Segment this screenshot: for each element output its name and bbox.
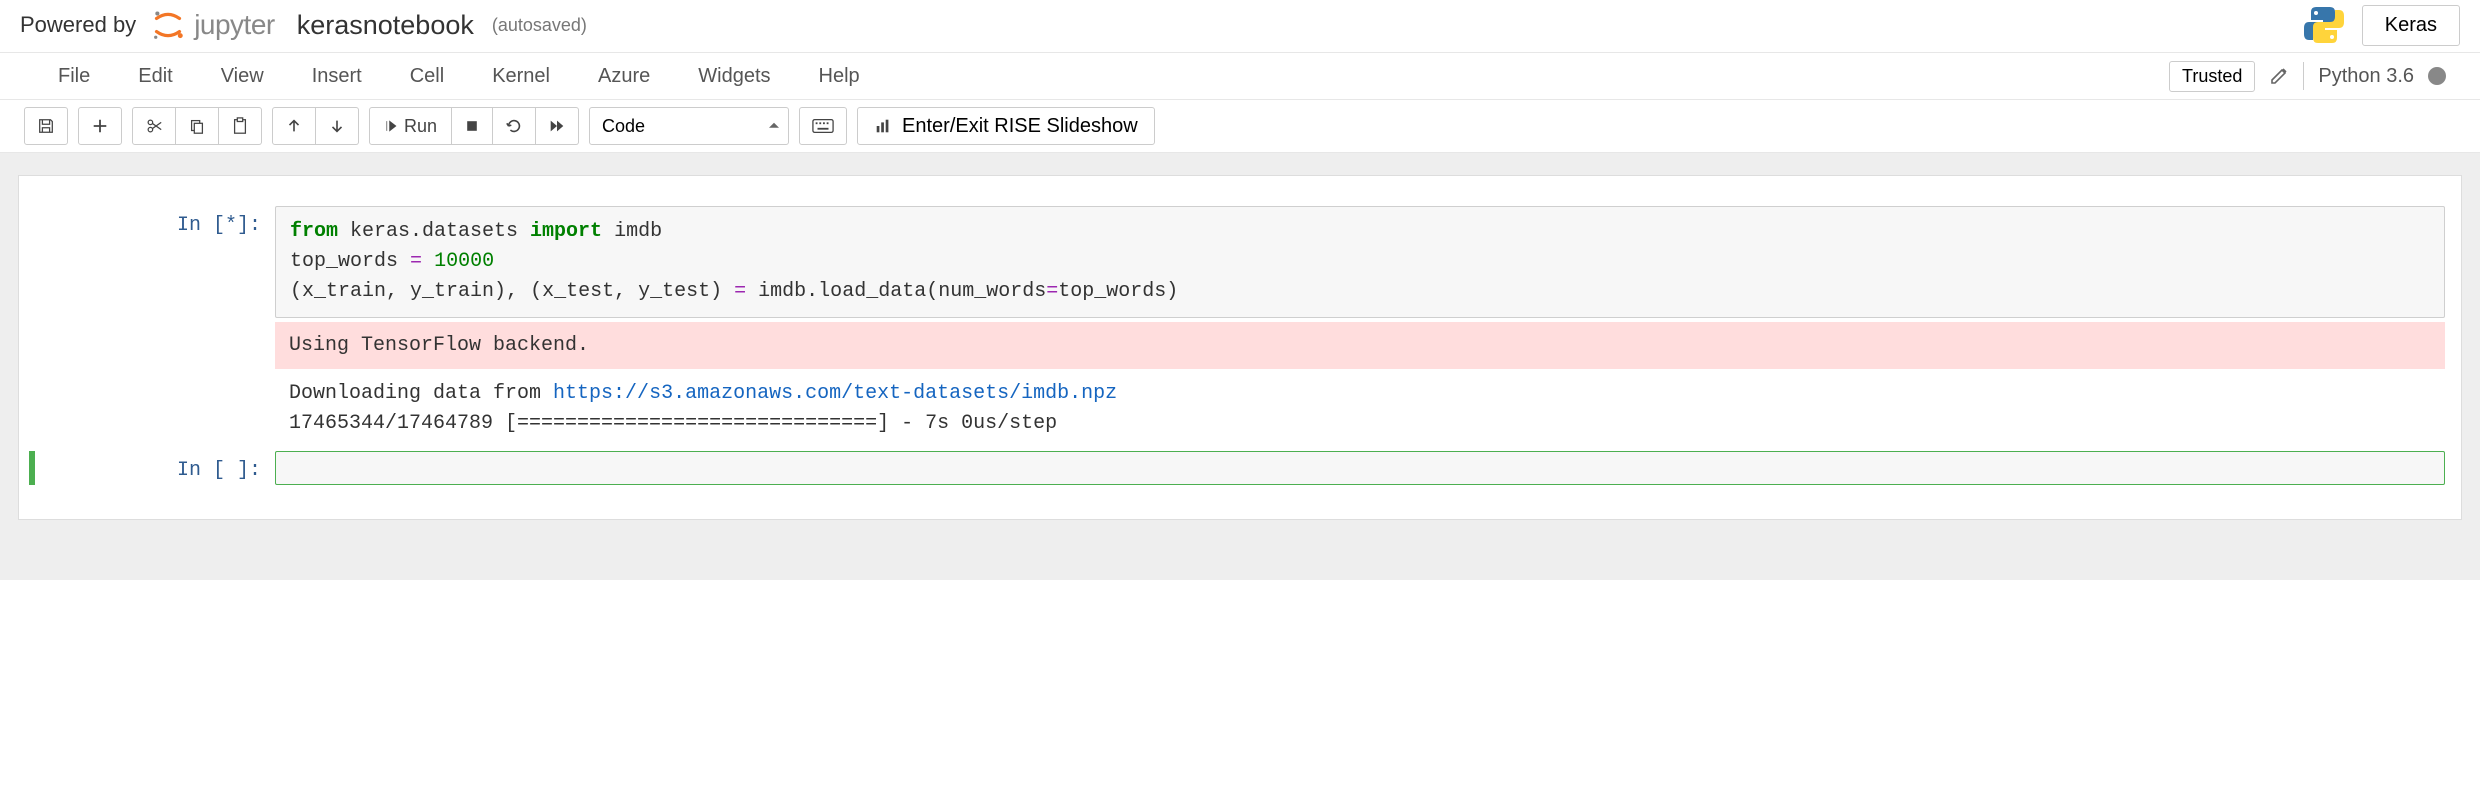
fast-forward-icon bbox=[548, 117, 566, 135]
kernel-busy-indicator-icon bbox=[2428, 67, 2446, 85]
restart-icon bbox=[505, 117, 523, 135]
rise-slideshow-button[interactable]: Enter/Exit RISE Slideshow bbox=[857, 107, 1155, 145]
notebook-title[interactable]: kerasnotebook bbox=[297, 10, 474, 41]
stdout-link[interactable]: https://s3.amazonaws.com/text-datasets/i… bbox=[553, 382, 1117, 405]
kernel-name[interactable]: Python 3.6 bbox=[2318, 65, 2414, 88]
jupyter-logo[interactable]: jupyter bbox=[150, 7, 275, 43]
save-button[interactable] bbox=[24, 107, 68, 145]
jupyter-orbit-icon bbox=[150, 7, 186, 43]
jupyter-wordmark: jupyter bbox=[194, 9, 275, 41]
stdout-text: 17465344/17464789 [=====================… bbox=[289, 412, 1057, 435]
stop-icon bbox=[464, 118, 480, 134]
python-icon bbox=[2302, 3, 2346, 47]
menubar-right: Trusted Python 3.6 bbox=[2169, 61, 2446, 92]
menu-view[interactable]: View bbox=[197, 55, 288, 98]
code-cell-selected[interactable]: In [ ]: bbox=[29, 451, 2445, 485]
copy-icon bbox=[188, 117, 206, 135]
clipboard-icon bbox=[231, 117, 249, 135]
command-palette-button[interactable] bbox=[799, 107, 847, 145]
code-cell[interactable]: In [*]: from keras.datasets import imdb … bbox=[35, 206, 2445, 441]
menu-edit[interactable]: Edit bbox=[114, 55, 196, 98]
bar-chart-icon bbox=[874, 117, 892, 135]
celltype-select[interactable]: Code bbox=[589, 107, 789, 145]
trusted-button[interactable]: Trusted bbox=[2169, 61, 2255, 92]
plus-icon bbox=[91, 117, 109, 135]
menu-insert[interactable]: Insert bbox=[288, 55, 386, 98]
move-down-button[interactable] bbox=[316, 107, 359, 145]
interrupt-button[interactable] bbox=[452, 107, 493, 145]
keras-button[interactable]: Keras bbox=[2362, 5, 2460, 46]
cut-button[interactable] bbox=[132, 107, 176, 145]
scissors-icon bbox=[145, 117, 163, 135]
rise-label: Enter/Exit RISE Slideshow bbox=[902, 115, 1138, 138]
run-button[interactable]: Run bbox=[369, 107, 452, 145]
floppy-disk-icon bbox=[37, 117, 55, 135]
menu-azure[interactable]: Azure bbox=[574, 55, 674, 98]
toolbar: Run Code bbox=[0, 100, 2480, 153]
cell-body: from keras.datasets import imdb top_word… bbox=[275, 206, 2445, 441]
arrow-down-icon bbox=[328, 117, 346, 135]
cell-body bbox=[275, 451, 2445, 485]
restart-button[interactable] bbox=[493, 107, 536, 145]
input-prompt: In [*]: bbox=[35, 206, 275, 237]
keyboard-icon bbox=[812, 118, 834, 134]
run-label: Run bbox=[404, 116, 437, 137]
divider bbox=[2303, 62, 2304, 90]
menu-file[interactable]: File bbox=[34, 55, 114, 98]
paste-button[interactable] bbox=[219, 107, 262, 145]
header: Powered by jupyter kerasnotebook (autosa… bbox=[0, 0, 2480, 52]
pencil-icon[interactable] bbox=[2269, 66, 2289, 86]
move-up-button[interactable] bbox=[272, 107, 316, 145]
code-input[interactable] bbox=[275, 451, 2445, 485]
stdout-text: Downloading data from bbox=[289, 382, 553, 405]
header-right: Keras bbox=[2302, 3, 2460, 47]
copy-button[interactable] bbox=[176, 107, 219, 145]
arrow-up-icon bbox=[285, 117, 303, 135]
menu-kernel[interactable]: Kernel bbox=[468, 55, 574, 98]
page-body: In [*]: from keras.datasets import imdb … bbox=[0, 153, 2480, 580]
autosave-status: (autosaved) bbox=[492, 15, 587, 36]
menu-widgets[interactable]: Widgets bbox=[674, 55, 794, 98]
stderr-output: Using TensorFlow backend. bbox=[275, 322, 2445, 369]
powered-by-label: Powered by bbox=[20, 12, 136, 38]
menu-help[interactable]: Help bbox=[795, 55, 884, 98]
menu-cell[interactable]: Cell bbox=[386, 55, 468, 98]
menubar: FileEditViewInsertCellKernelAzureWidgets… bbox=[0, 52, 2480, 100]
code-input[interactable]: from keras.datasets import imdb top_word… bbox=[275, 206, 2445, 318]
stdout-output: Downloading data from https://s3.amazona… bbox=[275, 369, 2445, 441]
input-prompt: In [ ]: bbox=[35, 451, 275, 482]
restart-run-all-button[interactable] bbox=[536, 107, 579, 145]
insert-cell-button[interactable] bbox=[78, 107, 122, 145]
notebook-container: In [*]: from keras.datasets import imdb … bbox=[18, 175, 2462, 520]
run-icon bbox=[384, 119, 398, 133]
